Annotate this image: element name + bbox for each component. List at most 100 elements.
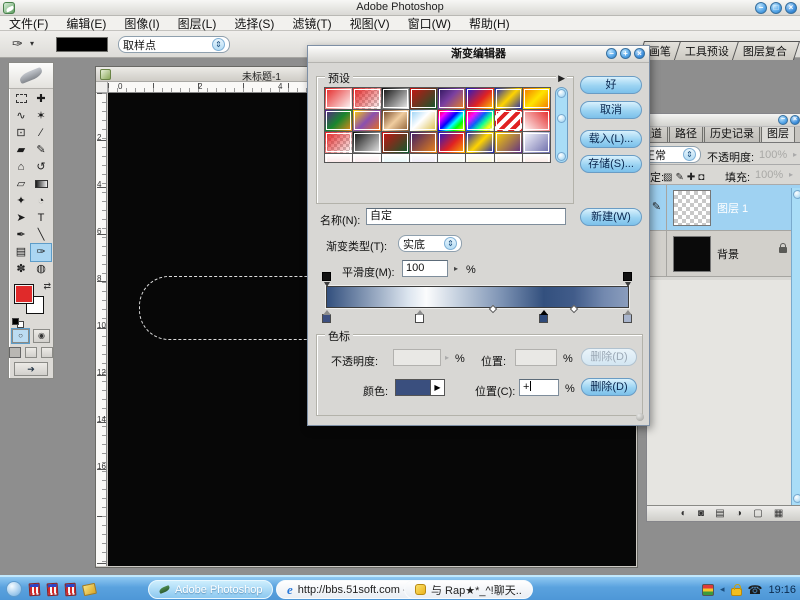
delete-layer-icon[interactable]: ▦ (774, 508, 783, 519)
gradient-preset-12[interactable] (410, 110, 437, 131)
smoothness-input[interactable]: 100 (402, 260, 448, 277)
swap-colors-icon[interactable]: ⇄ (43, 281, 51, 292)
resize-grip[interactable] (636, 413, 644, 421)
gradient-tool[interactable] (31, 176, 51, 193)
scroll-down-icon[interactable] (557, 152, 566, 161)
layer-mask-icon[interactable]: ◙ (698, 508, 704, 519)
stop-color-swatch[interactable] (395, 379, 431, 396)
panel-minimize-icon[interactable]: − (778, 115, 788, 125)
fullscreen-menubar-button[interactable] (25, 347, 37, 358)
dodge-tool[interactable]: ◔ (31, 193, 51, 210)
zoom-tool[interactable]: ◍ (31, 261, 51, 278)
panel-close-icon[interactable]: × (790, 115, 800, 125)
scroll-up-icon[interactable] (557, 89, 566, 98)
layer-row-background[interactable]: 背景 (647, 231, 800, 277)
gradient-preset-17[interactable] (325, 132, 352, 153)
tray-collapse-icon[interactable]: ◂ (720, 584, 725, 595)
stop-color-menu-icon[interactable]: ▶ (431, 379, 445, 396)
midpoint-diamond[interactable] (570, 305, 578, 313)
pen-tool[interactable]: ✒ (11, 227, 31, 244)
gradient-preset-19[interactable] (382, 132, 409, 153)
load-button[interactable]: 载入(L)... (580, 130, 642, 148)
layers-scrollbar[interactable] (791, 188, 800, 505)
menu-view[interactable]: 视图(V) (341, 15, 399, 32)
phone-icon[interactable]: ☎ (748, 583, 763, 597)
gradient-preset-5[interactable] (438, 88, 465, 109)
layer-thumbnail[interactable] (673, 236, 711, 272)
show-desktop-icon[interactable] (6, 581, 22, 597)
layers-panel-header[interactable]: − × (647, 114, 800, 127)
layer-name[interactable]: 图层 1 (717, 200, 748, 216)
presets-menu-icon[interactable]: ▶ (556, 73, 567, 84)
presets-scrollbar[interactable] (555, 87, 568, 163)
line-tool[interactable]: ╲ (31, 227, 51, 244)
close-icon[interactable]: × (785, 2, 797, 14)
opacity-stop[interactable] (322, 272, 331, 281)
gradient-type-dropdown[interactable]: 实底 ⇕ (398, 235, 462, 252)
gradient-preset-22[interactable] (466, 132, 493, 153)
menu-layer[interactable]: 图层(L) (169, 15, 226, 32)
quick-launch-icon-4[interactable] (82, 582, 97, 595)
menu-image[interactable]: 图像(I) (115, 15, 168, 32)
gradient-preset-4[interactable] (410, 88, 437, 109)
gradient-preset-28[interactable] (410, 154, 437, 163)
default-colors-icon[interactable] (12, 318, 19, 325)
new-button[interactable]: 新建(W) (580, 208, 642, 226)
lock-all-icon[interactable]: ◘ (698, 172, 704, 183)
dialog-maximize-icon[interactable]: + (620, 48, 631, 59)
gradient-preset-2[interactable] (353, 88, 380, 109)
lock-paint-icon[interactable]: ✎ (675, 172, 683, 183)
color-sample-swatch[interactable] (56, 37, 108, 52)
gradient-preset-29[interactable] (438, 154, 465, 163)
panel-tab-1[interactable]: 通道 (647, 127, 668, 142)
cancel-button[interactable]: 取消 (580, 101, 642, 119)
menu-window[interactable]: 窗口(W) (399, 15, 460, 32)
menu-filter[interactable]: 滤镜(T) (283, 15, 340, 32)
gradient-preset-14[interactable] (466, 110, 493, 131)
gradient-preview-bar[interactable] (326, 286, 629, 308)
standard-screen-button[interactable] (9, 347, 21, 358)
gradient-preset-13[interactable] (438, 110, 465, 131)
midpoint-diamond[interactable] (488, 305, 496, 313)
menu-file[interactable]: 文件(F) (0, 15, 57, 32)
layer-style-icon[interactable]: ◐ (681, 508, 687, 519)
color-stop[interactable] (322, 314, 331, 323)
gradient-preset-18[interactable] (353, 132, 380, 153)
blur-tool[interactable]: ✦ (11, 193, 31, 210)
quick-launch-icon-1[interactable] (29, 582, 41, 596)
gradient-preset-15[interactable] (495, 110, 522, 131)
visibility-indicator[interactable] (647, 231, 667, 276)
rectangular-marquee-tool[interactable] (11, 91, 31, 108)
hand-tool[interactable]: ✽ (11, 261, 31, 278)
dialog-title-bar[interactable]: 渐变编辑器 − + × (308, 46, 649, 63)
gradient-preset-30[interactable] (466, 154, 493, 163)
lasso-tool[interactable]: ∿ (11, 108, 31, 125)
panel-tabs-more-icon[interactable]: ▸ (796, 131, 800, 142)
quick-launch-icon-3[interactable] (65, 582, 77, 596)
gradient-preset-24[interactable] (523, 132, 550, 153)
qq-tray-icon[interactable] (702, 584, 714, 596)
task-photoshop-button[interactable]: Adobe Photoshop (148, 580, 273, 599)
name-input[interactable]: 自定 (366, 208, 566, 225)
new-layer-icon[interactable]: ▢ (753, 508, 762, 519)
padlock-icon[interactable] (731, 588, 742, 596)
save-button[interactable]: 存储(S)... (580, 155, 642, 173)
menu-help[interactable]: 帮助(H) (460, 15, 519, 32)
eyedropper-icon[interactable]: ✑ (12, 36, 23, 52)
eraser-tool[interactable]: ▱ (11, 176, 31, 193)
gradient-preset-21[interactable] (438, 132, 465, 153)
slice-tool[interactable]: ∕ (31, 125, 51, 142)
menu-select[interactable]: 选择(S) (225, 15, 283, 32)
sample-size-dropdown[interactable]: 取样点 ⇕ (118, 36, 230, 53)
gradient-preset-6[interactable] (466, 88, 493, 109)
scroll-up-icon[interactable] (793, 190, 800, 199)
gradient-preset-32[interactable] (523, 154, 550, 163)
palette-tab-3[interactable]: 图层复合 (732, 41, 800, 60)
stop-position2-input[interactable]: + (519, 379, 559, 396)
jump-to-imageready-button[interactable]: ➔ (14, 362, 48, 376)
lock-move-icon[interactable]: ✚ (687, 172, 695, 183)
smoothness-arrow-icon[interactable]: ▸ (454, 264, 458, 273)
layer-thumbnail[interactable] (673, 190, 711, 226)
gradient-preset-8[interactable] (523, 88, 550, 109)
color-stop[interactable] (415, 314, 424, 323)
